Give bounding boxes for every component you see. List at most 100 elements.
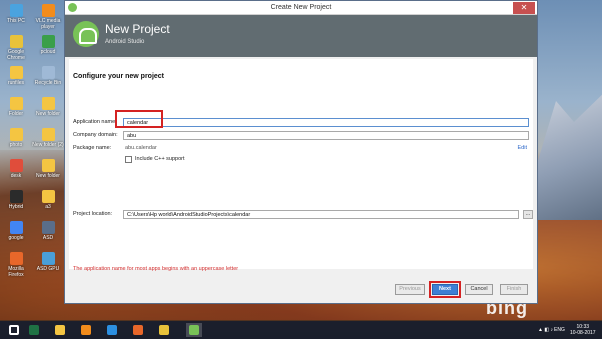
desktop-icon[interactable]: pcloud [32,35,64,55]
android-studio-logo-icon [73,21,99,47]
dialog-title: Create New Project [270,4,332,11]
application-name-label: Application name: [73,119,117,125]
desktop-icon-label: ASD GPU [36,266,60,272]
browse-button[interactable]: ... [523,210,533,219]
desktop-icon-image [9,66,23,79]
desktop-icon[interactable]: VLC media player [32,4,64,30]
language-indicator[interactable]: ENG [554,327,565,333]
edit-package-link[interactable]: Edit [518,145,527,151]
taskbar-explorer-button[interactable] [52,323,68,337]
taskbar-chrome-button[interactable] [156,323,172,337]
taskbar-firefox-button[interactable] [130,323,146,337]
clock-date: 10-08-2017 [570,330,596,336]
taskbar-android-studio-button[interactable] [186,323,202,337]
desktop-icon-label: Google Chrome [7,49,25,61]
content-panel: Configure your new project Application n… [69,59,533,272]
package-name-label: Package name: [73,145,112,151]
desktop-icon[interactable]: New folder [32,97,64,117]
finish-button[interactable]: Finish [500,284,528,295]
create-new-project-dialog: Create New Project ✕ New Project Android… [64,0,538,304]
desktop-icon-image [9,252,23,265]
excel-icon [29,325,39,335]
cancel-button[interactable]: Cancel [465,284,493,295]
dialog-titlebar: Create New Project ✕ [65,1,537,15]
desktop-icon-image [9,128,23,141]
desktop-icon[interactable]: ASD GPU [32,252,64,272]
desktop-icon-label: Folder [8,111,24,117]
desktop-icons: This PC VLC media player Google Chrome pclo… [0,0,64,310]
header-subtitle: Android Studio [105,39,145,45]
taskbar-vlc-button[interactable] [78,323,94,337]
previous-button[interactable]: Previous [395,284,425,295]
section-title: Configure your new project [73,73,165,80]
desktop-icon-label: google [8,235,24,241]
desktop-icon[interactable]: desk [0,159,32,179]
desktop-icon-label: Mozilla Firefox [8,266,24,278]
desktop-icon-image [41,4,55,17]
desktop-icon[interactable]: Google Chrome [0,35,32,61]
desktop-icon-label: New folder [36,111,60,117]
tray-icons[interactable]: ▲ ◧ ♪ [538,327,553,333]
taskbar-excel-button[interactable] [26,323,42,337]
project-location-input[interactable] [123,210,519,219]
desktop-icon-image [9,4,23,17]
desktop-icon-image [9,97,23,110]
explorer-icon [55,325,65,335]
desktop-icon[interactable]: New folder [32,159,64,179]
dialog-header: New Project Android Studio [65,15,537,57]
desktop-icon[interactable]: This PC [0,4,32,24]
package-name-value: abu.calendar [125,145,157,151]
desktop-icon-image [9,221,23,234]
project-location-label: Project location: [73,211,113,217]
taskbar: ▲ ◧ ♪ ENG 10:33 10-08-2017 [0,321,602,339]
desktop-icon-image [41,221,55,234]
desktop-icon-image [41,252,55,265]
desktop-icon-image [41,159,55,172]
desktop-icon-label: Hybrid [8,204,24,210]
desktop-icon[interactable]: Folder [0,97,32,117]
desktop-icon-label: photo [9,142,23,148]
cpp-support-label: Include C++ support [135,156,185,162]
desktop-icon[interactable]: Hybrid [0,190,32,210]
desktop-icon[interactable]: New folder (2) [32,128,64,148]
desktop-icon-image [41,35,55,48]
desktop-icon-label: ASD [42,235,54,241]
desktop-icon[interactable]: Recycle Bin [32,66,64,86]
close-button[interactable]: ✕ [513,2,535,14]
desktop-icon[interactable]: google [0,221,32,241]
desktop-icon-label: New folder (2) [32,142,64,148]
desktop-icon-label: VLC media player [35,18,61,30]
cpp-support-checkbox[interactable] [125,156,132,163]
desktop-icon-image [41,190,55,203]
company-domain-label: Company domain: [73,132,118,138]
desktop-icon-label: a3 [45,204,51,210]
desktop-icon-label: pcloud [40,49,56,55]
desktop-icon-label: This PC [7,18,25,24]
next-button[interactable]: Next [432,284,458,295]
desktop-icon[interactable]: runfiles [0,66,32,86]
taskbar-ie-button[interactable] [104,323,120,337]
desktop-icon-image [41,128,55,141]
desktop-icon-image [41,97,55,110]
desktop-icon[interactable]: photo [0,128,32,148]
header-title: New Project [105,22,170,36]
company-domain-input[interactable] [123,131,529,140]
desktop-icon[interactable]: a3 [32,190,64,210]
clock[interactable]: 10:33 10-08-2017 [570,324,596,336]
desktop-icon-image [9,159,23,172]
desktop-icon-label: Recycle Bin [34,80,62,86]
chrome-icon [159,325,169,335]
desktop-icon-image [9,190,23,203]
desktop-icon-label: New folder [36,173,60,179]
desktop-icon[interactable]: Mozilla Firefox [0,252,32,278]
validation-hint: The application name for most apps begin… [73,266,239,272]
desktop-icon[interactable]: ASD [32,221,64,241]
firefox-icon [133,325,143,335]
desktop-icon-image [9,35,23,48]
taskbar-start-button[interactable] [6,323,22,337]
application-name-input[interactable] [123,118,529,127]
ie-icon [107,325,117,335]
vlc-icon [81,325,91,335]
desktop-icon-label: desk [10,173,22,179]
start-icon [9,325,19,335]
